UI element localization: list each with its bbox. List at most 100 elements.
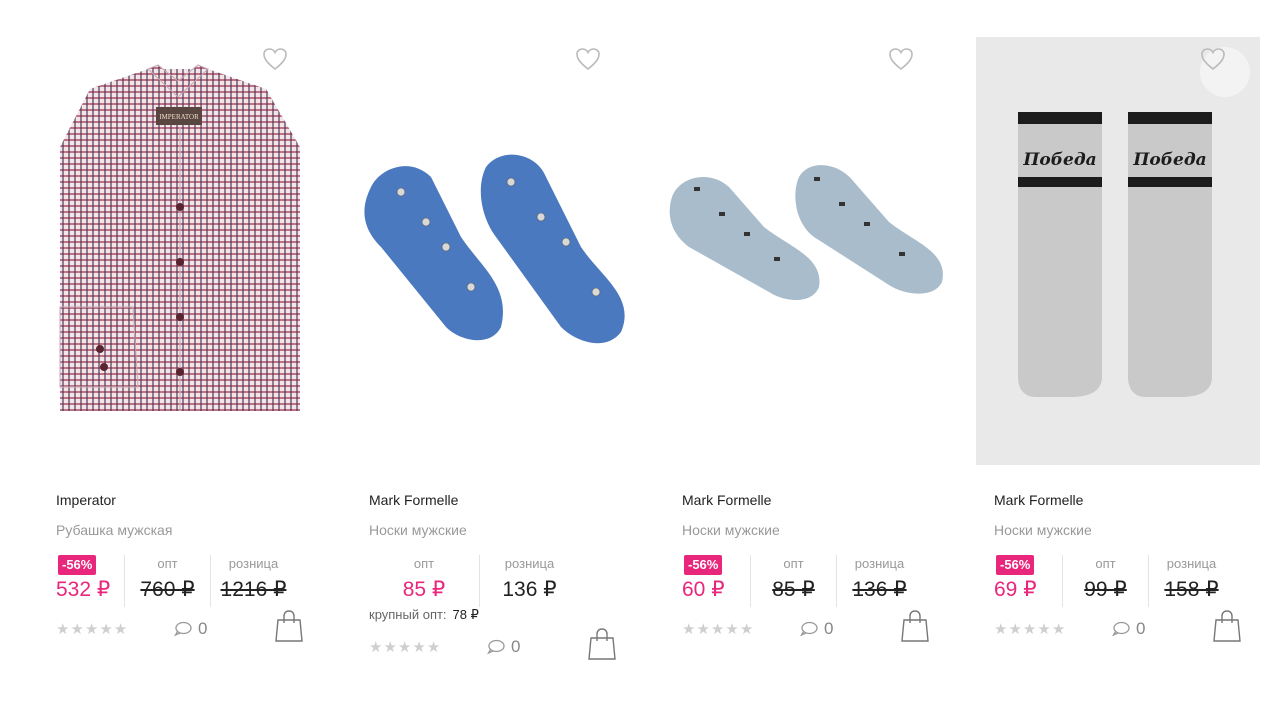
product-brand[interactable]: Mark Formelle	[369, 489, 635, 511]
product-image[interactable]	[351, 37, 635, 465]
product-type[interactable]: Рубашка мужская	[56, 519, 322, 541]
opt-label: опт	[413, 556, 435, 571]
star-icon: ★	[739, 621, 754, 638]
price-block: опт 85 ₽ розница 136 ₽	[369, 555, 635, 607]
product-type[interactable]: Носки мужские	[682, 519, 948, 541]
star-icon: ★	[426, 639, 441, 656]
comments-count: 0	[198, 619, 208, 638]
star-icon: ★	[397, 639, 412, 656]
product-card[interactable]: IMPERATOR Imperator Рубашка мужская -56%…	[38, 37, 322, 687]
star-icon: ★	[725, 621, 739, 638]
product-card[interactable]: Mark Formelle Носки мужские -56% 60 ₽ оп…	[664, 37, 948, 687]
comment-icon	[800, 621, 818, 637]
svg-text:Победа: Победа	[1022, 150, 1096, 170]
star-icon: ★	[84, 621, 99, 638]
retail-label: розница	[228, 556, 279, 571]
star-icon: ★	[710, 621, 725, 638]
star-icon: ★	[696, 621, 710, 638]
comment-icon	[487, 639, 505, 655]
retail-label: розница	[504, 556, 555, 571]
opt-old-price: 85 ₽	[772, 578, 815, 601]
star-icon: ★	[99, 621, 113, 638]
comment-icon	[1112, 621, 1130, 637]
rating-stars[interactable]: ★ ★ ★ ★ ★	[56, 622, 127, 638]
product-card[interactable]: Mark Formelle Носки мужские опт 85 ₽ роз…	[351, 37, 635, 687]
socks-image: Победа Победа	[1018, 112, 1212, 397]
retail-old-price: 136 ₽	[852, 578, 907, 601]
comments-link[interactable]: 0	[174, 619, 207, 639]
star-icon: ★	[113, 621, 128, 638]
socks-image	[669, 165, 943, 301]
svg-text:IMPERATOR: IMPERATOR	[159, 113, 199, 121]
product-brand[interactable]: Mark Formelle	[994, 489, 1260, 511]
retail-price: 136 ₽	[502, 578, 557, 601]
price-block: -56% 60 ₽ опт 85 ₽ розница 136 ₽	[682, 555, 948, 607]
star-icon: ★	[682, 621, 696, 638]
opt-price: 69 ₽	[994, 578, 1037, 601]
shopping-bag-icon	[588, 628, 616, 660]
product-type[interactable]: Носки мужские	[994, 519, 1260, 541]
shopping-bag-icon	[1213, 610, 1241, 642]
discount-badge: -56%	[58, 555, 97, 575]
socks-image	[364, 154, 625, 344]
product-brand[interactable]: Imperator	[56, 489, 322, 511]
star-icon: ★	[1037, 621, 1051, 638]
bulk-price-row: крупный опт: 78 ₽	[369, 605, 635, 625]
comments-count: 0	[824, 619, 834, 638]
product-card[interactable]: Победа Победа Mark Formelle Носки мужски…	[976, 37, 1260, 687]
heart-icon[interactable]	[575, 47, 625, 97]
rating-stars[interactable]: ★ ★ ★ ★ ★	[682, 622, 753, 638]
svg-text:Победа: Победа	[1132, 150, 1206, 170]
add-to-cart-button[interactable]	[274, 609, 304, 643]
heart-icon[interactable]	[888, 47, 938, 97]
star-icon: ★	[70, 621, 84, 638]
product-image[interactable]: Победа Победа	[976, 37, 1260, 465]
comments-count: 0	[511, 637, 521, 656]
heart-icon[interactable]	[1200, 47, 1250, 97]
retail-label: розница	[1166, 556, 1217, 571]
opt-label: опт	[1095, 556, 1116, 571]
comments-link[interactable]: 0	[800, 619, 833, 639]
star-icon: ★	[1051, 621, 1066, 638]
retail-old-price: 158 ₽	[1164, 578, 1219, 601]
price-block: -56% 69 ₽ опт 99 ₽ розница 158 ₽	[994, 555, 1260, 607]
shopping-bag-icon	[275, 610, 303, 642]
retail-old-price: 1216 ₽	[220, 578, 287, 601]
comments-link[interactable]: 0	[1112, 619, 1145, 639]
rating-stars[interactable]: ★ ★ ★ ★ ★	[369, 640, 440, 656]
star-icon: ★	[994, 621, 1008, 638]
rating-stars[interactable]: ★ ★ ★ ★ ★	[994, 622, 1065, 638]
shirt-image: IMPERATOR	[59, 64, 300, 411]
star-icon: ★	[1022, 621, 1037, 638]
add-to-cart-button[interactable]	[1212, 609, 1242, 643]
star-icon: ★	[56, 621, 70, 638]
comments-link[interactable]: 0	[487, 637, 520, 657]
add-to-cart-button[interactable]	[587, 627, 617, 661]
add-to-cart-button[interactable]	[900, 609, 930, 643]
opt-price: 85 ₽	[402, 578, 446, 601]
product-type[interactable]: Носки мужские	[369, 519, 635, 541]
star-icon: ★	[383, 639, 397, 656]
discount-badge: -56%	[684, 555, 723, 575]
star-icon: ★	[1008, 621, 1022, 638]
product-image[interactable]	[664, 37, 948, 465]
retail-label: розница	[854, 556, 905, 571]
bulk-label: крупный опт:	[369, 607, 447, 622]
product-brand[interactable]: Mark Formelle	[682, 489, 948, 511]
comment-icon	[174, 621, 192, 637]
opt-old-price: 760 ₽	[140, 578, 195, 601]
bulk-price: 78 ₽	[452, 607, 479, 622]
opt-price: 532 ₽	[56, 578, 111, 601]
product-image[interactable]: IMPERATOR	[38, 37, 322, 465]
product-grid: IMPERATOR Imperator Рубашка мужская -56%…	[0, 0, 1280, 702]
opt-label: опт	[783, 556, 804, 571]
opt-label: опт	[157, 556, 178, 571]
opt-price: 60 ₽	[682, 578, 725, 601]
heart-icon[interactable]	[262, 47, 312, 97]
price-block: -56% 532 ₽ опт 760 ₽ розница 1216 ₽	[56, 555, 322, 607]
opt-old-price: 99 ₽	[1084, 578, 1127, 601]
star-icon: ★	[369, 639, 383, 656]
comments-count: 0	[1136, 619, 1146, 638]
discount-badge: -56%	[996, 555, 1035, 575]
shopping-bag-icon	[901, 610, 929, 642]
